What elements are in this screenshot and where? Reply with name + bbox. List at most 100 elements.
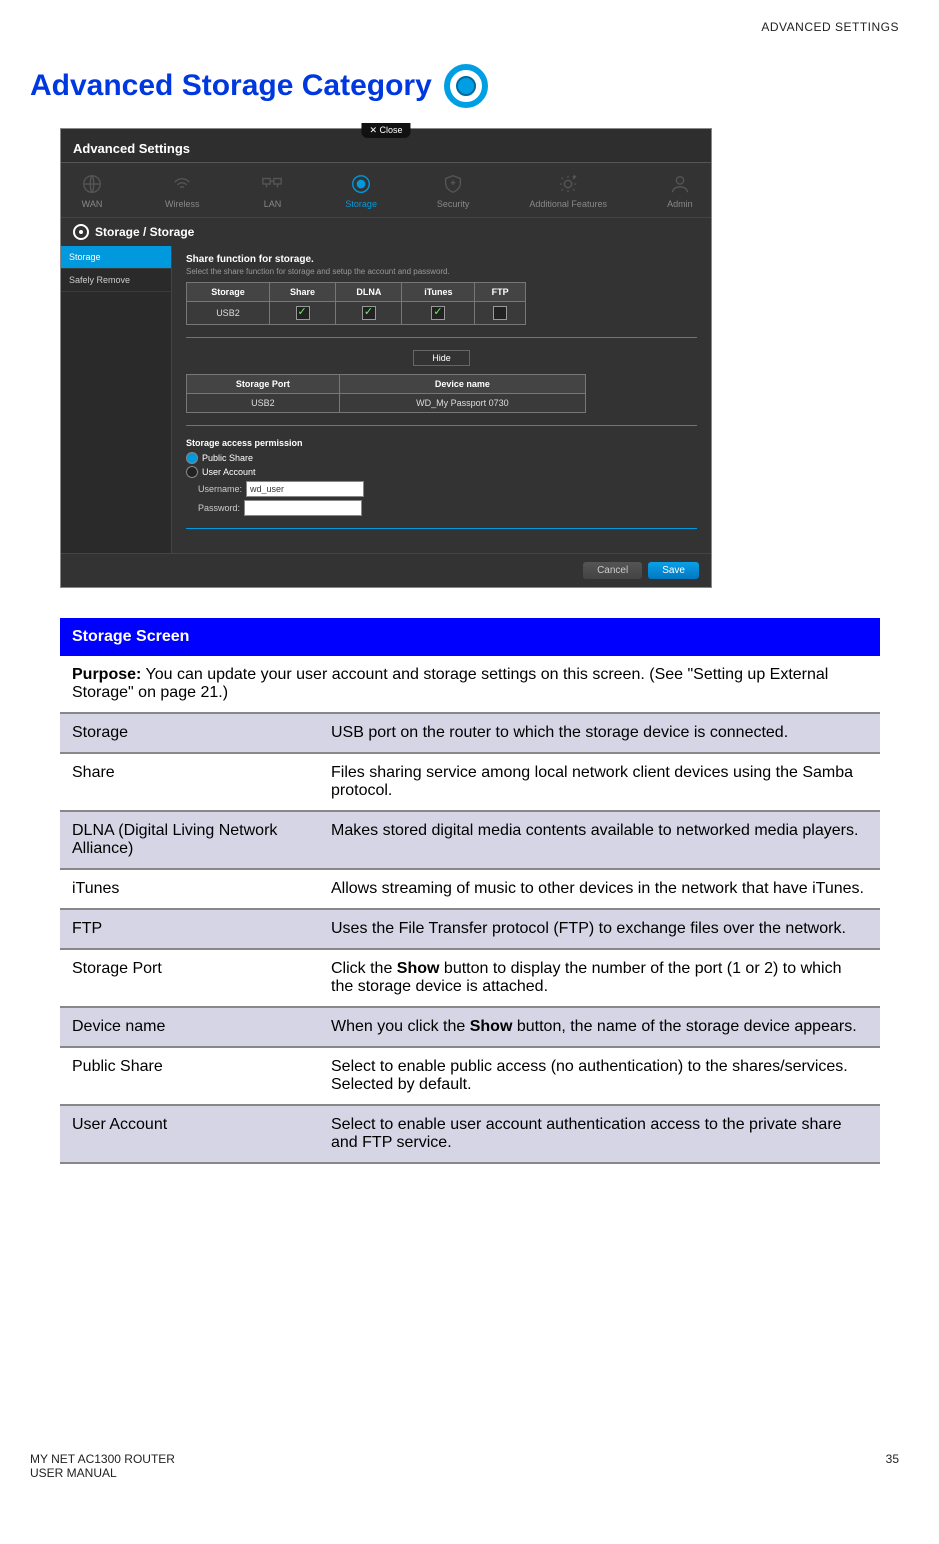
radio-label: User Account [202,467,256,477]
col-share: Share [269,283,335,302]
col-storage-port: Storage Port [187,375,340,394]
page-footer: MY NET AC1300 ROUTER USER MANUAL 35 [30,1452,899,1480]
radio-icon [186,466,198,478]
table-row: ShareFiles sharing service among local n… [60,753,880,811]
target-icon [348,173,374,195]
nav-label: LAN [264,199,282,209]
table-row: Public ShareSelect to enable public acce… [60,1047,880,1105]
table-row: USB2 WD_My Passport 0730 [187,394,586,413]
ftp-checkbox[interactable] [493,306,507,320]
desc-key: Share [60,753,319,811]
password-input[interactable] [244,500,362,516]
page-title: Advanced Storage Category [30,64,899,108]
breadcrumb-text: Storage / Storage [95,225,194,239]
sidebar-item-safely-remove[interactable]: Safely Remove [61,269,171,292]
desc-key: Device name [60,1007,319,1047]
shield-icon [440,173,466,195]
radio-label: Public Share [202,453,253,463]
sidebar-item-storage[interactable]: Storage [61,246,171,269]
cancel-button[interactable]: Cancel [583,562,642,579]
router-ui-screenshot: ✕ Close Advanced Settings WAN Wireless L… [60,128,712,588]
col-dlna: DLNA [336,283,402,302]
desc-value: Click the Show button to display the num… [319,949,880,1007]
desc-value: Files sharing service among local networ… [319,753,880,811]
nav-storage[interactable]: Storage [345,173,377,209]
close-button[interactable]: ✕ Close [361,123,410,138]
username-input[interactable] [246,481,364,497]
nav-label: Admin [667,199,693,209]
share-table: Storage Share DLNA iTunes FTP USB2 [186,282,526,325]
username-label: Username: [198,484,242,494]
nav-additional[interactable]: Additional Features [529,173,607,209]
desc-key: iTunes [60,869,319,909]
radio-user-account[interactable]: User Account [186,466,697,478]
desc-value: Allows streaming of music to other devic… [319,869,880,909]
globe-icon [79,173,105,195]
cell-storage: USB2 [187,302,270,325]
footer-product: MY NET AC1300 ROUTER [30,1452,175,1466]
table-row: User AccountSelect to enable user accoun… [60,1105,880,1163]
divider [186,528,697,529]
desc-key: User Account [60,1105,319,1163]
save-button[interactable]: Save [648,562,699,579]
desc-value: USB port on the router to which the stor… [319,713,880,753]
footer-manual: USER MANUAL [30,1466,175,1480]
nav-wan[interactable]: WAN [79,173,105,209]
password-label: Password: [198,503,240,513]
share-checkbox[interactable] [296,306,310,320]
footer-left: MY NET AC1300 ROUTER USER MANUAL [30,1452,175,1480]
cell-device: WD_My Passport 0730 [339,394,585,413]
page-number: 35 [886,1452,899,1480]
table-row: Storage PortClick the Show button to dis… [60,949,880,1007]
itunes-checkbox[interactable] [431,306,445,320]
desc-key: FTP [60,909,319,949]
person-icon [667,173,693,195]
bold-word: Show [397,960,440,977]
nav-label: WAN [82,199,103,209]
dlna-checkbox[interactable] [362,306,376,320]
hide-button[interactable]: Hide [413,350,470,366]
device-table: Storage Port Device name USB2 WD_My Pass… [186,374,586,413]
section-subtitle: Select the share function for storage an… [186,267,697,276]
gear-plus-icon [555,173,581,195]
nav-security[interactable]: Security [437,173,470,209]
cell-port: USB2 [187,394,340,413]
permission-title: Storage access permission [186,438,697,448]
target-icon [456,76,476,96]
nav-wireless[interactable]: Wireless [165,173,200,209]
desc-key: Storage [60,713,319,753]
desc-value: When you click the Show button, the name… [319,1007,880,1047]
purpose-text: You can update your user account and sto… [72,666,828,701]
table-row: DLNA (Digital Living Network Alliance)Ma… [60,811,880,869]
wifi-icon [169,173,195,195]
col-ftp: FTP [475,283,526,302]
desc-key: Public Share [60,1047,319,1105]
divider [186,425,697,426]
nav-row: WAN Wireless LAN Storage Security Additi… [61,163,711,218]
radio-public-share[interactable]: Public Share [186,452,697,464]
section-header: ADVANCED SETTINGS [30,20,899,34]
nav-label: Additional Features [529,199,607,209]
col-itunes: iTunes [402,283,475,302]
table-row: Device nameWhen you click the Show butto… [60,1007,880,1047]
desc-key: Storage Port [60,949,319,1007]
nav-label: Wireless [165,199,200,209]
desc-value: Uses the File Transfer protocol (FTP) to… [319,909,880,949]
bold-word: Show [470,1018,513,1035]
desc-key: DLNA (Digital Living Network Alliance) [60,811,319,869]
table-row: StorageUSB port on the router to which t… [60,713,880,753]
nav-admin[interactable]: Admin [667,173,693,209]
desc-header: Storage Screen [60,618,880,656]
sidebar: Storage Safely Remove [61,246,172,553]
desc-value: Select to enable user account authentica… [319,1105,880,1163]
title-text: Advanced Storage Category [30,69,432,103]
breadcrumb: Storage / Storage [61,218,711,246]
nav-lan[interactable]: LAN [259,173,285,209]
section-title: Share function for storage. [186,254,697,265]
target-icon [73,224,89,240]
description-table: Storage Screen Purpose: You can update y… [60,618,880,1164]
col-device-name: Device name [339,375,585,394]
table-row: USB2 [187,302,526,325]
purpose-label: Purpose: [72,666,141,683]
storage-category-icon [444,64,488,108]
